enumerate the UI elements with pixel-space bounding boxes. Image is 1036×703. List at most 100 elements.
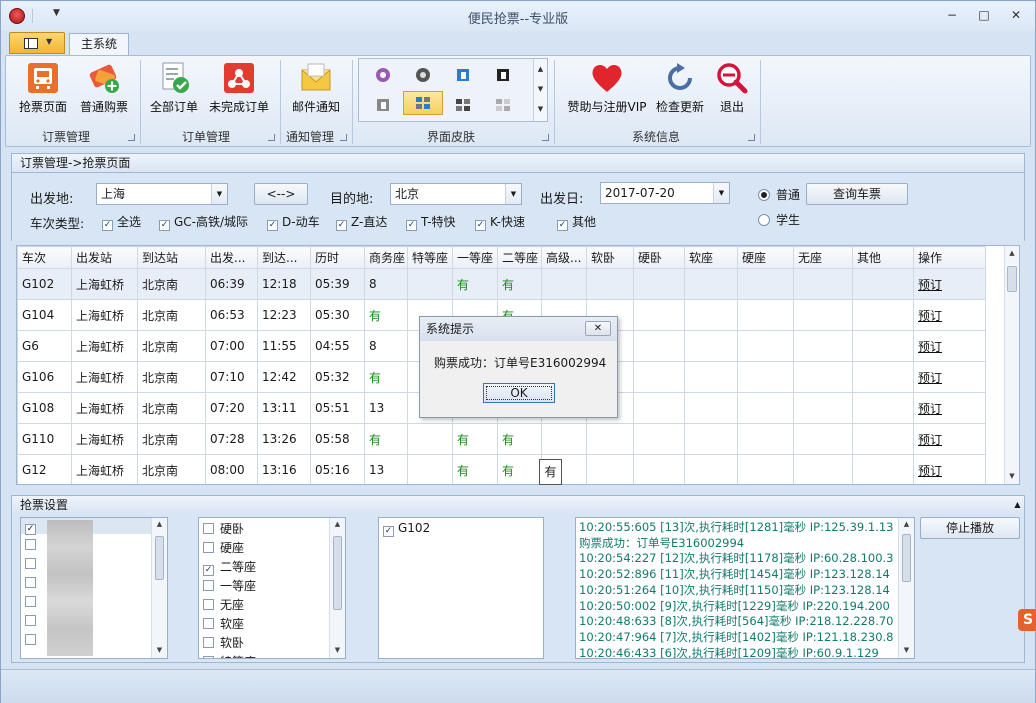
list-item[interactable] [25,634,36,648]
scroll-down-icon[interactable]: ▼ [152,646,167,654]
type-d-checkbox[interactable]: ✓ D-动车 [267,213,320,231]
skin-item[interactable] [443,63,483,87]
skin-item-selected[interactable] [403,91,443,115]
type-z-checkbox[interactable]: ✓ Z-直达 [336,213,387,231]
type-k-checkbox[interactable]: ✓ K-快速 [475,213,525,231]
unfinished-orders-button[interactable]: 未完成订单 [206,58,272,118]
radio-student[interactable]: 学生 [758,211,800,228]
tab-main-system[interactable]: 主系统 [69,33,129,56]
scroll-down-icon[interactable]: ▼ [899,646,914,654]
scroll-up-icon[interactable]: ▲ [152,520,167,528]
book-link[interactable]: 预订 [913,423,986,455]
column-header[interactable]: 软卧 [586,246,634,269]
group-launcher-icon[interactable] [128,134,135,141]
scroll-thumb[interactable] [1007,266,1017,292]
radio-normal[interactable]: 普通 [758,186,800,203]
group-launcher-icon[interactable] [340,134,347,141]
grab-ticket-page-button[interactable]: 抢票页面 [14,58,72,118]
column-header[interactable]: 硬座 [737,246,794,269]
list-item[interactable] [25,596,36,610]
column-header[interactable]: 出发站 [71,246,138,269]
from-station-combo[interactable]: 上海 ▼ [96,183,228,205]
column-header[interactable]: 历时 [310,246,365,269]
column-header[interactable]: 硬卧 [633,246,685,269]
dialog-ok-button[interactable]: OK [483,383,555,403]
column-header[interactable]: 特等座 [407,246,453,269]
book-link[interactable]: 预订 [913,454,986,484]
to-station-combo[interactable]: 北京 ▼ [390,183,522,205]
group-launcher-icon[interactable] [542,134,549,141]
column-header[interactable]: 其他 [852,246,914,269]
column-header[interactable]: 商务座 [364,246,408,269]
mail-notify-button[interactable]: 邮件通知 [286,58,346,118]
type-other-checkbox[interactable]: ✓ 其他 [557,213,596,231]
list-item[interactable] [25,615,36,629]
collapse-icon[interactable]: ▲ [1011,495,1025,515]
sogou-ime-icon[interactable]: S [1018,609,1036,631]
query-tickets-button[interactable]: 查询车票 [806,183,908,205]
list-item[interactable]: 无座 [203,596,244,613]
column-header[interactable]: 到达... [257,246,311,269]
book-link[interactable]: 预订 [913,361,986,393]
dialog-close-button[interactable]: ✕ [585,321,611,336]
column-header[interactable]: 到达站 [137,246,206,269]
normal-purchase-button[interactable]: 普通购票 [76,58,132,118]
column-header[interactable]: 二等座 [497,246,542,269]
column-header[interactable]: 出发... [205,246,258,269]
list-item[interactable]: 硬座 [203,539,244,556]
exit-button[interactable]: 退出 [708,58,756,118]
check-update-button[interactable]: 检查更新 [652,58,708,118]
book-link[interactable]: 预订 [913,392,986,424]
gallery-expand-icon[interactable]: ▼ [534,99,547,119]
scroll-up-icon[interactable]: ▲ [899,520,914,528]
table-row[interactable]: G12 上海虹桥 北京南 08:00 13:16 05:16 13 有有预订 [17,454,986,484]
chevron-down-icon[interactable]: ▼ [713,183,729,203]
scroll-thumb[interactable] [333,536,342,610]
all-orders-button[interactable]: 全部订单 [146,58,202,118]
column-header[interactable]: 高级... [541,246,587,269]
list-item[interactable] [25,558,36,572]
list-item[interactable]: 软卧 [203,634,244,651]
list-item[interactable] [25,577,36,591]
swap-stations-button[interactable]: <--> [254,183,308,205]
table-scrollbar[interactable]: ▲ ▼ [1004,246,1019,484]
type-gc-checkbox[interactable]: ✓ GC-高铁/城际 [159,213,248,231]
list-item[interactable]: 软座 [203,615,244,632]
list-item[interactable]: ✓ 二等座 [203,558,256,576]
gallery-scroll[interactable]: ▲ ▼ ▼ [533,59,547,121]
table-row[interactable]: G110 上海虹桥 北京南 07:28 13:26 05:58 有有有预订 [17,423,986,455]
skin-item[interactable] [403,63,443,87]
scroll-down-icon[interactable]: ▼ [330,646,345,654]
train-selection-list[interactable]: ✓ G102 [378,517,544,659]
scroll-thumb[interactable] [902,534,911,582]
scroll-down-icon[interactable]: ▼ [534,79,547,99]
list-scrollbar[interactable]: ▲ ▼ [151,518,167,658]
list-item[interactable]: ✓ [25,520,36,535]
list-item[interactable]: ✓ G102 [383,521,430,537]
skin-item[interactable] [443,93,483,117]
column-header[interactable]: 操作 [913,246,986,269]
list-item[interactable]: 一等座 [203,577,256,594]
skin-item[interactable] [363,93,403,117]
column-header[interactable]: 一等座 [452,246,498,269]
list-item[interactable]: 特等座 [203,653,256,658]
close-button[interactable]: ✕ [1005,7,1027,23]
minimize-button[interactable]: − [941,7,963,23]
list-item[interactable] [25,539,36,553]
type-t-checkbox[interactable]: ✓ T-特快 [406,213,456,231]
group-launcher-icon[interactable] [268,134,275,141]
skin-item[interactable] [483,93,523,117]
chevron-down-icon[interactable]: ▼ [211,184,227,204]
scroll-up-icon[interactable]: ▲ [330,520,345,528]
column-header[interactable]: 车次 [17,246,72,269]
scroll-up-icon[interactable]: ▲ [1005,249,1019,257]
list-item[interactable]: 硬卧 [203,520,244,537]
stop-playback-button[interactable]: 停止播放 [920,517,1020,539]
sponsor-vip-button[interactable]: 赞助与注册VIP [562,58,652,118]
passenger-list[interactable]: ✓ ▲ ▼ [20,517,168,659]
restore-button[interactable]: □ [973,7,995,23]
app-menu-button[interactable]: ▼ [9,32,65,54]
seat-type-list[interactable]: 硬卧硬座 ✓二等座一等座无座软座软卧特等座 ▲ ▼ [198,517,346,659]
scroll-thumb[interactable] [155,536,164,580]
book-link[interactable]: 预订 [913,268,986,300]
